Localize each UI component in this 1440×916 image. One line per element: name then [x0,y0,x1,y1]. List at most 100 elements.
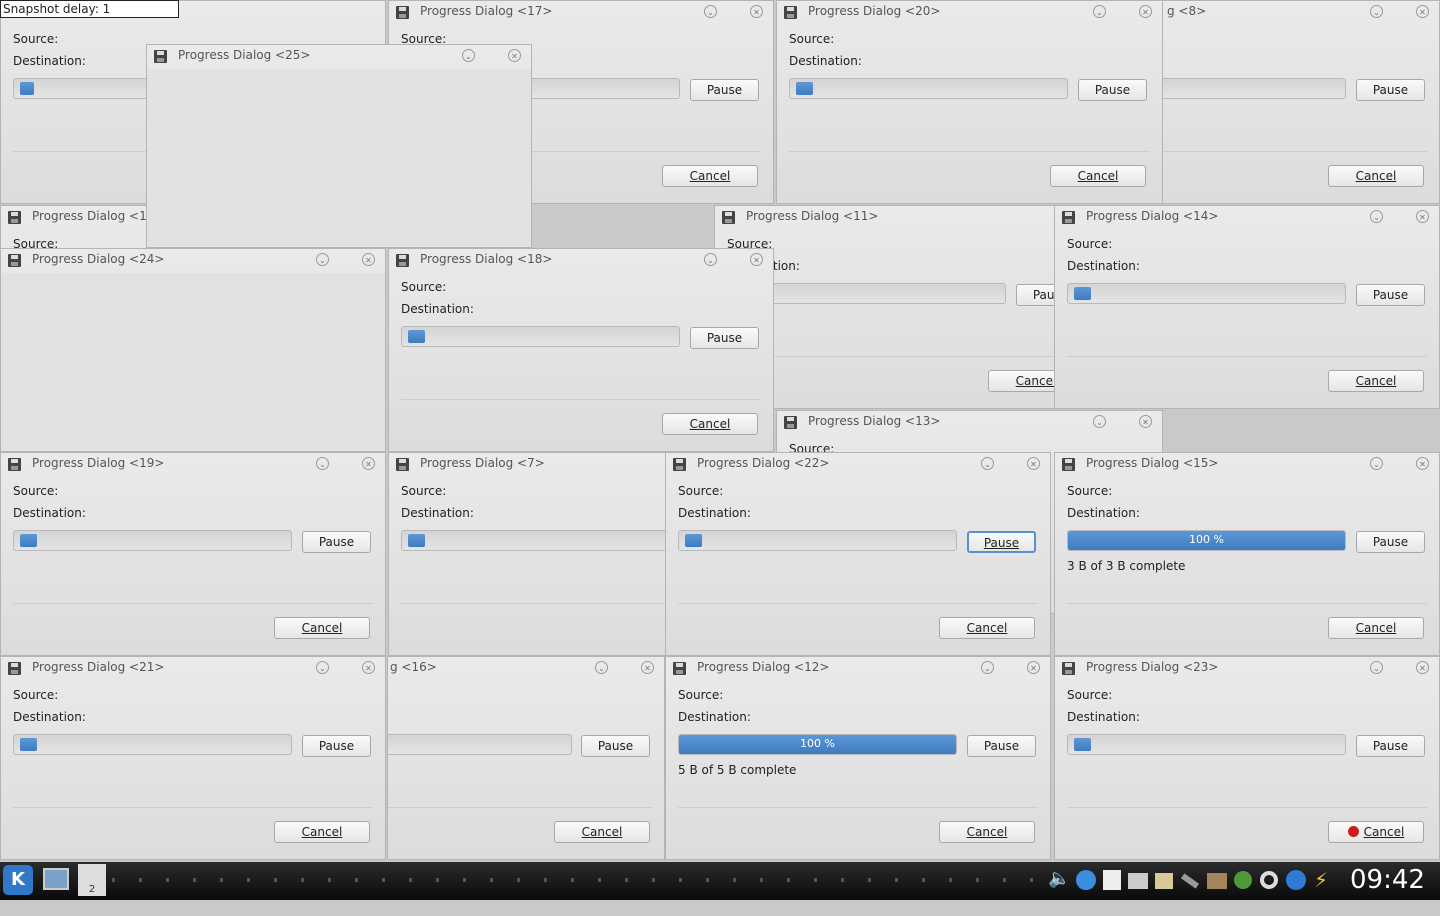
cancel-button[interactable]: Cancel [662,413,758,435]
title-bar[interactable]: Progress Dialog <13> ⌄ ✕ [777,411,1162,435]
pause-button[interactable]: Pause [302,531,371,553]
close-icon[interactable]: ✕ [750,253,763,266]
pause-button[interactable]: Pause [302,735,371,757]
battery-icon[interactable]: ⚡ [1314,868,1336,892]
cancel-button[interactable]: Cancel [939,821,1035,843]
minimize-icon[interactable]: ⌄ [316,457,329,470]
task-list[interactable] [112,878,1042,882]
pause-button[interactable]: Pause [690,79,759,101]
cancel-label: Cancel [1015,374,1057,388]
folder-icon[interactable] [1155,873,1173,889]
minimize-icon[interactable]: ⌄ [1370,5,1383,18]
progress-fill [20,82,34,95]
close-icon[interactable]: ✕ [1416,661,1429,674]
minimize-icon[interactable]: ⌄ [704,253,717,266]
minimize-icon[interactable]: ⌄ [1093,415,1106,428]
progress-bar: 100 % [678,734,957,755]
title-bar[interactable]: g <16> ⌄ ✕ [388,657,664,681]
floppy-disk-icon [396,254,409,267]
cancel-button[interactable]: Cancel [1328,617,1424,639]
pause-button[interactable]: Pause [1356,735,1425,757]
minimize-icon[interactable]: ⌄ [1370,661,1383,674]
package-icon[interactable] [1234,871,1252,889]
title-bar[interactable]: Progress Dialog <17> ⌄ ✕ [389,1,773,25]
cancel-button[interactable]: Cancel [939,617,1035,639]
show-desktop-icon[interactable] [43,868,69,890]
minimize-icon[interactable]: ⌄ [316,253,329,266]
minimize-icon[interactable]: ⌄ [1093,5,1106,18]
minimize-icon[interactable]: ⌄ [981,661,994,674]
archive-icon[interactable] [1207,873,1227,889]
cancel-button[interactable]: Cancel [1328,821,1424,843]
close-icon[interactable]: ✕ [1416,5,1429,18]
network-icon[interactable] [1286,870,1306,890]
dialog-title: Progress Dialog <10> [32,209,165,223]
snapshot-delay-field[interactable]: Snapshot delay: 1 [0,0,179,18]
cancel-button[interactable]: Cancel [274,821,370,843]
cancel-button[interactable]: Cancel [1328,370,1424,392]
volume-icon[interactable]: 🔈 [1048,868,1070,892]
title-bar[interactable]: Progress Dialog <11> ⌄ [715,206,1099,230]
pause-button[interactable]: Pause [581,735,650,757]
pause-button[interactable]: Pause [1356,284,1425,306]
title-bar[interactable]: Progress Dialog <20> ⌄ ✕ [777,1,1162,25]
floppy-disk-icon [673,662,686,675]
title-bar[interactable]: Progress Dialog <18> ⌄ ✕ [389,249,773,273]
close-icon[interactable]: ✕ [1416,210,1429,223]
close-icon[interactable]: ✕ [362,457,375,470]
title-bar[interactable]: Progress Dialog <25> ⌄ ✕ [147,45,531,69]
disc-icon[interactable] [1260,871,1278,889]
dialog-title: Progress Dialog <15> [1086,456,1219,470]
minimize-icon[interactable]: ⌄ [704,5,717,18]
progress-percent: 100 % [800,737,835,750]
minimize-icon[interactable]: ⌄ [1370,457,1383,470]
pause-button[interactable]: Pause [1356,79,1425,101]
title-bar[interactable]: Progress Dialog <15> ⌄ ✕ [1055,453,1439,477]
minimize-icon[interactable]: ⌄ [316,661,329,674]
kde-menu-icon[interactable]: K [3,865,33,895]
progress-dialog-12: Progress Dialog <12> ⌄ ✕ Source: Destina… [665,656,1051,860]
dialog-title: Progress Dialog <25> [178,48,311,62]
cancel-button[interactable]: Cancel [1328,165,1424,187]
cancel-button[interactable]: Cancel [662,165,758,187]
pause-button[interactable]: Pause [967,531,1036,553]
pause-button[interactable]: Pause [967,735,1036,757]
cancel-label: Cancel [966,825,1008,839]
printer-icon[interactable] [1128,873,1148,889]
notes-icon[interactable] [1103,870,1121,890]
title-bar[interactable]: Progress Dialog <22> ⌄ ✕ [666,453,1050,477]
pen-icon[interactable] [1180,873,1200,889]
floppy-disk-icon [396,458,409,471]
close-icon[interactable]: ✕ [362,253,375,266]
cancel-button[interactable]: Cancel [1050,165,1146,187]
desktop-pager[interactable]: 2 [78,864,106,896]
clock[interactable]: 09:42 [1350,865,1425,895]
title-bar[interactable]: Progress Dialog <21> ⌄ ✕ [1,657,385,681]
cancel-button[interactable]: Cancel [274,617,370,639]
minimize-icon[interactable]: ⌄ [462,49,475,62]
title-bar[interactable]: Progress Dialog <14> ⌄ ✕ [1055,206,1439,230]
title-bar[interactable]: Progress Dialog <12> ⌄ ✕ [666,657,1050,681]
cancel-label: Cancel [301,621,343,635]
source-label: Source: [678,688,724,702]
close-icon[interactable]: ✕ [1139,5,1152,18]
pause-button[interactable]: Pause [1078,79,1147,101]
close-icon[interactable]: ✕ [750,5,763,18]
close-icon[interactable]: ✕ [641,661,654,674]
pause-button[interactable]: Pause [690,327,759,349]
title-bar[interactable]: Progress Dialog <19> ⌄ ✕ [1,453,385,477]
close-icon[interactable]: ✕ [1027,457,1040,470]
klipper-icon[interactable] [1076,870,1096,890]
close-icon[interactable]: ✕ [1139,415,1152,428]
cancel-button[interactable]: Cancel [554,821,650,843]
close-icon[interactable]: ✕ [1027,661,1040,674]
title-bar[interactable]: Progress Dialog <24> ⌄ ✕ [1,249,385,273]
minimize-icon[interactable]: ⌄ [1370,210,1383,223]
close-icon[interactable]: ✕ [508,49,521,62]
minimize-icon[interactable]: ⌄ [595,661,608,674]
minimize-icon[interactable]: ⌄ [981,457,994,470]
pause-button[interactable]: Pause [1356,531,1425,553]
close-icon[interactable]: ✕ [1416,457,1429,470]
close-icon[interactable]: ✕ [362,661,375,674]
title-bar[interactable]: Progress Dialog <23> ⌄ ✕ [1055,657,1439,681]
